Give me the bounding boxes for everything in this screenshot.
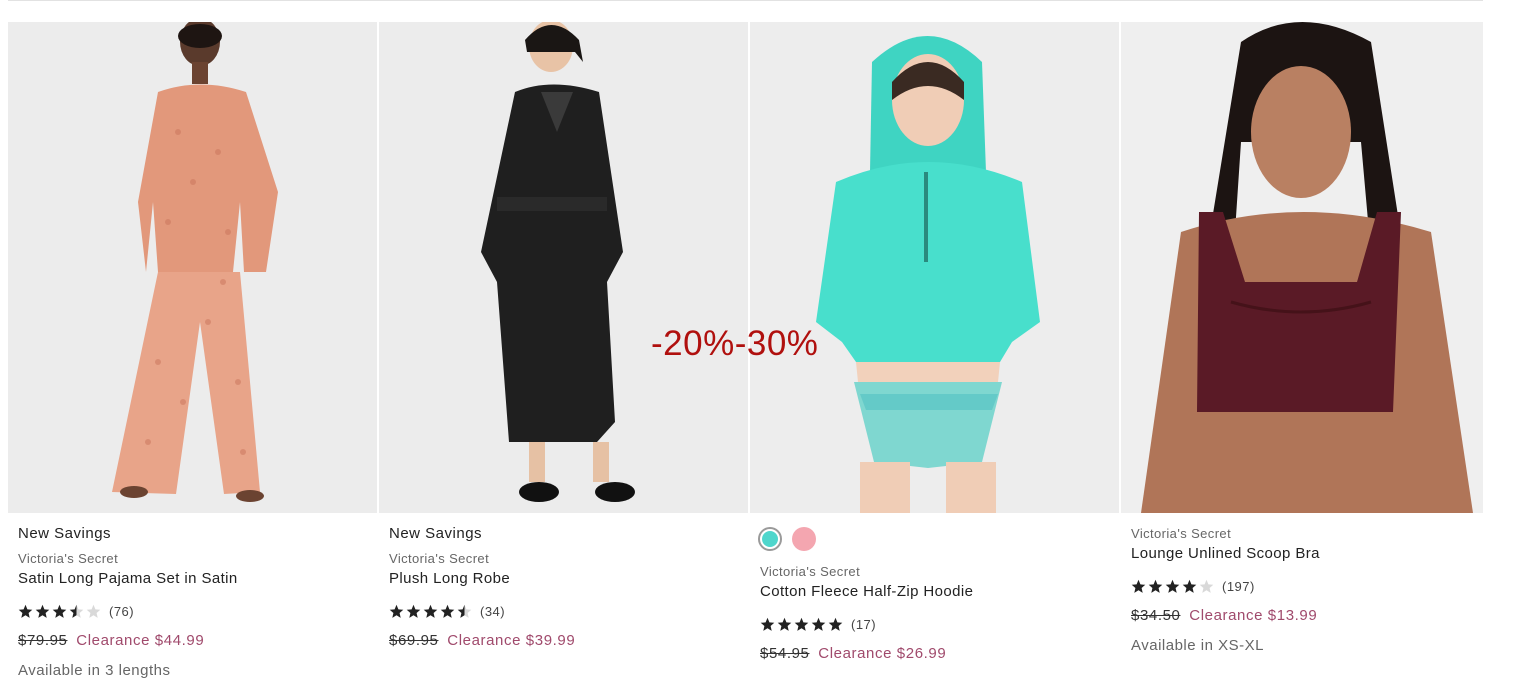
star-rating xyxy=(760,617,843,632)
clearance-price: Clearance $39.99 xyxy=(447,632,576,649)
price-block: $79.95 Clearance $44.99 xyxy=(18,632,371,649)
availability-text: Available in XS-XL xyxy=(1131,637,1264,654)
robe-model-image xyxy=(379,22,748,513)
swatch-aqua-fill xyxy=(762,531,778,547)
star-full-icon xyxy=(440,604,455,618)
price-block: $54.95 Clearance $26.99 xyxy=(760,645,1113,662)
review-count: (34) xyxy=(480,603,506,619)
star-full-icon xyxy=(1131,579,1146,593)
product-tag: New Savings xyxy=(389,525,483,542)
star-full-icon xyxy=(1182,579,1197,593)
star-full-icon xyxy=(760,617,775,631)
star-half-icon xyxy=(69,604,84,618)
star-full-icon xyxy=(423,604,438,618)
product-name[interactable]: Satin Long Pajama Set in Satin xyxy=(18,570,371,587)
swatch-pink-fill xyxy=(792,527,816,551)
original-price: $69.95 xyxy=(389,632,439,649)
star-full-icon xyxy=(794,617,809,631)
product-tag: New Savings xyxy=(18,525,112,542)
star-full-icon xyxy=(777,617,792,631)
original-price: $54.95 xyxy=(760,645,810,662)
swatch-aqua[interactable] xyxy=(758,527,782,551)
product-rating[interactable]: (76) xyxy=(18,601,371,621)
star-rating xyxy=(389,604,472,619)
original-price: $34.50 xyxy=(1131,607,1181,624)
review-count: (76) xyxy=(109,603,135,619)
star-half-icon xyxy=(457,604,472,618)
star-full-icon xyxy=(389,604,404,618)
product-image[interactable] xyxy=(1121,22,1483,513)
top-divider xyxy=(8,0,1483,1)
star-full-icon xyxy=(1165,579,1180,593)
product-brand: Victoria's Secret xyxy=(389,551,490,566)
clearance-price: Clearance $26.99 xyxy=(818,645,947,662)
product-name[interactable]: Cotton Fleece Half-Zip Hoodie xyxy=(760,583,1113,600)
pajama-model-image xyxy=(8,22,377,513)
product-name[interactable]: Lounge Unlined Scoop Bra xyxy=(1131,545,1477,562)
bra-model-image xyxy=(1121,22,1483,513)
star-full-icon xyxy=(52,604,67,618)
price-block: $34.50 Clearance $13.99 xyxy=(1131,607,1477,624)
star-full-icon xyxy=(828,617,843,631)
product-rating[interactable]: (197) xyxy=(1131,576,1477,596)
product-rating[interactable]: (34) xyxy=(389,601,742,621)
product-name[interactable]: Plush Long Robe xyxy=(389,570,742,587)
star-empty-icon xyxy=(86,604,101,618)
star-full-icon xyxy=(35,604,50,618)
star-full-icon xyxy=(18,604,33,618)
product-image[interactable] xyxy=(750,22,1119,513)
star-rating xyxy=(1131,579,1214,594)
star-full-icon xyxy=(1148,579,1163,593)
hoodie-model-image xyxy=(750,22,1119,513)
product-brand: Victoria's Secret xyxy=(1131,526,1232,541)
discount-overlay: -20%-30% xyxy=(651,324,819,363)
price-block: $69.95 Clearance $39.99 xyxy=(389,632,742,649)
star-empty-icon xyxy=(1199,579,1214,593)
color-swatches xyxy=(758,527,1113,551)
original-price: $79.95 xyxy=(18,632,68,649)
review-count: (197) xyxy=(1222,578,1255,594)
product-card-satin-pajama[interactable]: New Savings Victoria's Secret Satin Long… xyxy=(8,22,377,690)
product-brand: Victoria's Secret xyxy=(18,551,119,566)
availability-text: Available in 3 lengths xyxy=(18,662,171,679)
swatch-pink[interactable] xyxy=(792,527,816,551)
product-rating[interactable]: (17) xyxy=(760,614,1113,634)
clearance-price: Clearance $13.99 xyxy=(1189,607,1318,624)
clearance-price: Clearance $44.99 xyxy=(76,632,205,649)
star-full-icon xyxy=(406,604,421,618)
product-card-scoop-bra[interactable]: Victoria's Secret Lounge Unlined Scoop B… xyxy=(1121,22,1483,690)
star-full-icon xyxy=(811,617,826,631)
product-image[interactable] xyxy=(379,22,748,513)
product-brand: Victoria's Secret xyxy=(760,564,861,579)
review-count: (17) xyxy=(851,616,877,632)
star-rating xyxy=(18,604,101,619)
product-image[interactable] xyxy=(8,22,377,513)
